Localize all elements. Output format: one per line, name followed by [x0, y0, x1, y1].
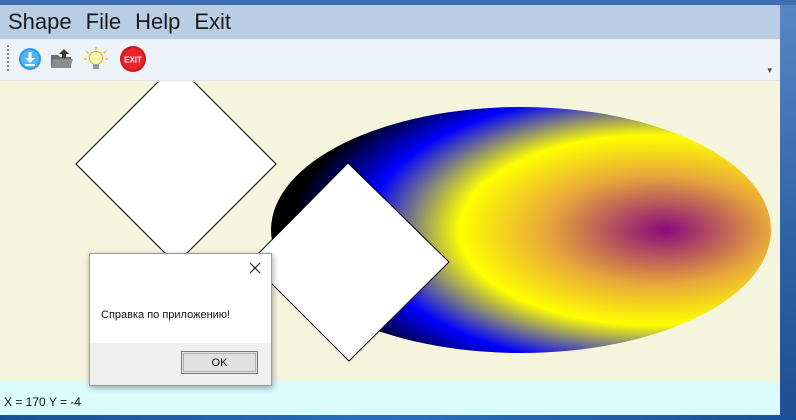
exit-button[interactable]: EXIT — [119, 45, 147, 73]
menu-shape[interactable]: Shape — [8, 9, 72, 35]
status-bar: X = 170 Y = -4 — [0, 381, 780, 415]
close-icon — [249, 262, 261, 274]
folder-open-icon — [51, 49, 73, 68]
diamond-shape[interactable] — [75, 63, 277, 265]
open-folder-button[interactable] — [48, 45, 76, 73]
exit-icon: EXIT — [120, 46, 146, 72]
close-button[interactable] — [247, 260, 263, 276]
dialog-message: Справка по приложению! — [101, 309, 231, 321]
toolbar-grip[interactable] — [7, 45, 9, 73]
dialog-footer: OK — [90, 343, 271, 385]
menu-bar: Shape File Help Exit — [0, 5, 780, 39]
download-button[interactable] — [16, 45, 44, 73]
menu-exit[interactable]: Exit — [194, 9, 231, 35]
lightbulb-icon — [84, 47, 108, 69]
ok-button[interactable]: OK — [181, 351, 258, 374]
exit-icon-label: EXIT — [124, 56, 142, 65]
menu-help[interactable]: Help — [135, 9, 180, 35]
download-icon — [19, 48, 41, 70]
taskbar-edge — [0, 415, 796, 420]
menu-file[interactable]: File — [86, 9, 121, 35]
toolbar: EXIT ▾ — [0, 39, 780, 81]
idea-button[interactable] — [82, 45, 110, 73]
cursor-coordinates: X = 170 Y = -4 — [4, 395, 81, 409]
chevron-down-icon[interactable]: ▾ — [767, 65, 772, 76]
desktop-background — [780, 5, 796, 420]
message-dialog: Справка по приложению! OK — [89, 253, 272, 386]
